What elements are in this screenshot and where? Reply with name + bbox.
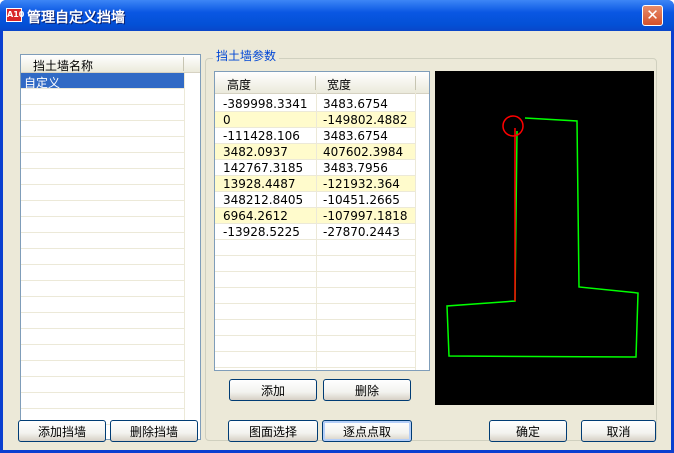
width-cell[interactable]: 3483.6754 bbox=[323, 97, 388, 111]
delete-point-button[interactable]: 删除 bbox=[323, 379, 411, 401]
width-cell[interactable]: 3483.6754 bbox=[323, 129, 388, 143]
table-row[interactable]: -389998.3341 3483.6754 bbox=[215, 96, 415, 112]
wall-outline bbox=[446, 117, 639, 358]
dialog-window: A10 管理自定义挡墙 ✕ 挡土墙名称 自定义 添加挡墙 删除挡墙 挡土墙参数 … bbox=[0, 0, 674, 453]
table-row[interactable]: 0 -149802.4882 bbox=[215, 112, 415, 128]
width-cell[interactable]: -27870.2443 bbox=[323, 225, 400, 239]
grid-line bbox=[215, 287, 415, 288]
table-row[interactable]: 3482.0937 407602.3984 bbox=[215, 144, 415, 160]
height-cell[interactable]: -13928.5225 bbox=[223, 225, 300, 239]
add-point-button[interactable]: 添加 bbox=[229, 379, 317, 401]
wall-params-title: 挡土墙参数 bbox=[213, 47, 280, 64]
list-item[interactable] bbox=[21, 201, 184, 217]
list-item[interactable] bbox=[21, 297, 184, 313]
column-header-height[interactable]: 高度 bbox=[227, 76, 251, 93]
list-item[interactable] bbox=[21, 105, 184, 121]
width-cell[interactable]: 407602.3984 bbox=[323, 145, 403, 159]
list-item[interactable]: 自定义 bbox=[21, 73, 184, 90]
height-cell[interactable]: 0 bbox=[223, 113, 231, 127]
grid-line bbox=[316, 90, 317, 370]
width-cell[interactable]: -107997.1818 bbox=[323, 209, 408, 223]
grid-line bbox=[215, 351, 415, 352]
list-item[interactable] bbox=[21, 345, 184, 361]
origin-marker bbox=[502, 115, 524, 137]
list-item[interactable] bbox=[21, 217, 184, 233]
list-item[interactable] bbox=[21, 89, 184, 105]
wall-preview-canvas bbox=[446, 115, 639, 358]
height-cell[interactable]: 13928.4487 bbox=[223, 177, 296, 191]
grid-line bbox=[215, 319, 415, 320]
list-item[interactable] bbox=[21, 313, 184, 329]
list-item[interactable] bbox=[21, 281, 184, 297]
list-item[interactable] bbox=[21, 153, 184, 169]
column-separator bbox=[315, 76, 316, 90]
app-icon: A10 bbox=[6, 8, 24, 22]
list-item[interactable] bbox=[21, 121, 184, 137]
title-bar[interactable]: A10 管理自定义挡墙 ✕ bbox=[0, 0, 674, 31]
list-item[interactable] bbox=[21, 249, 184, 265]
pick-points-button[interactable]: 逐点点取 bbox=[322, 420, 412, 442]
delete-wall-button[interactable]: 删除挡墙 bbox=[110, 420, 198, 442]
dialog-body: 挡土墙名称 自定义 添加挡墙 删除挡墙 挡土墙参数 高度 宽度 -389998.… bbox=[3, 31, 671, 450]
wall-list-header: 挡土墙名称 bbox=[21, 55, 200, 74]
wall-preview bbox=[435, 71, 654, 405]
table-row[interactable]: 348212.8405 -10451.2665 bbox=[215, 192, 415, 208]
width-cell[interactable]: -121932.364 bbox=[323, 177, 400, 191]
cancel-button[interactable]: 取消 bbox=[581, 420, 656, 442]
table-row[interactable]: -111428.106 3483.6754 bbox=[215, 128, 415, 144]
list-item[interactable] bbox=[21, 393, 184, 409]
list-item[interactable] bbox=[21, 233, 184, 249]
table-row[interactable]: -13928.5225 -27870.2443 bbox=[215, 224, 415, 240]
list-item[interactable] bbox=[21, 361, 184, 377]
params-table-header: 高度 宽度 bbox=[215, 72, 429, 94]
grid-line bbox=[415, 90, 416, 370]
grid-line bbox=[215, 335, 415, 336]
height-cell[interactable]: -389998.3341 bbox=[223, 97, 308, 111]
height-cell[interactable]: -111428.106 bbox=[223, 129, 300, 143]
grid-line bbox=[184, 73, 185, 439]
grid-line bbox=[215, 239, 415, 240]
window-title: 管理自定义挡墙 bbox=[27, 10, 125, 26]
table-row[interactable]: 142767.3185 3483.7956 bbox=[215, 160, 415, 176]
grid-line bbox=[215, 271, 415, 272]
width-cell[interactable]: -10451.2665 bbox=[323, 193, 400, 207]
list-item[interactable] bbox=[21, 137, 184, 153]
close-button[interactable]: ✕ bbox=[642, 5, 663, 26]
params-table[interactable]: 高度 宽度 -389998.3341 3483.6754 0 -149802.4882… bbox=[214, 71, 430, 371]
list-item[interactable] bbox=[21, 265, 184, 281]
height-cell[interactable]: 3482.0937 bbox=[223, 145, 288, 159]
column-separator bbox=[183, 57, 184, 71]
column-separator bbox=[415, 76, 416, 90]
column-header-wall-name[interactable]: 挡土墙名称 bbox=[33, 57, 93, 74]
ok-button[interactable]: 确定 bbox=[489, 420, 567, 442]
add-wall-button[interactable]: 添加挡墙 bbox=[18, 420, 106, 442]
width-cell[interactable]: 3483.7956 bbox=[323, 161, 388, 175]
list-item[interactable] bbox=[21, 169, 184, 185]
list-item[interactable] bbox=[21, 185, 184, 201]
height-cell[interactable]: 348212.8405 bbox=[223, 193, 303, 207]
grid-line bbox=[215, 303, 415, 304]
grid-line bbox=[215, 255, 415, 256]
list-item[interactable] bbox=[21, 329, 184, 345]
list-item[interactable] bbox=[21, 377, 184, 393]
table-row[interactable]: 6964.2612 -107997.1818 bbox=[215, 208, 415, 224]
pick-from-drawing-button[interactable]: 图面选择 bbox=[228, 420, 318, 442]
table-row[interactable]: 13928.4487 -121932.364 bbox=[215, 176, 415, 192]
grid-line bbox=[215, 367, 415, 368]
wall-list[interactable]: 挡土墙名称 自定义 bbox=[20, 54, 201, 440]
height-cell[interactable]: 6964.2612 bbox=[223, 209, 288, 223]
column-header-width[interactable]: 宽度 bbox=[327, 76, 351, 93]
width-cell[interactable]: -149802.4882 bbox=[323, 113, 408, 127]
height-cell[interactable]: 142767.3185 bbox=[223, 161, 303, 175]
